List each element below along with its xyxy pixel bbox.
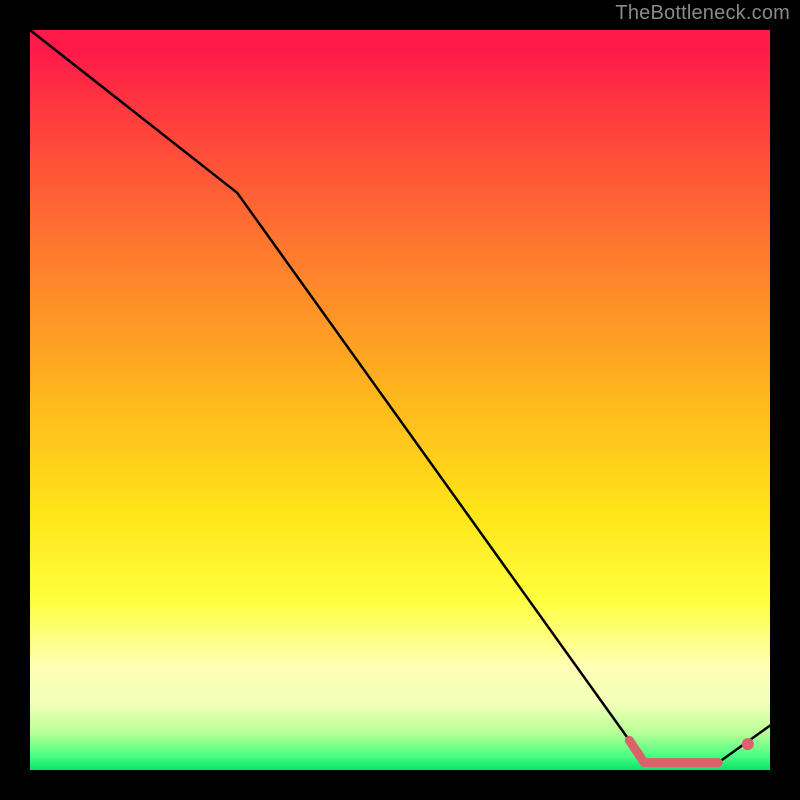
marker-dot [742, 738, 754, 750]
attribution-text: TheBottleneck.com [615, 2, 790, 25]
chart-container: TheBottleneck.com [0, 0, 800, 800]
markers-group [742, 738, 754, 750]
bottom-highlight-line [629, 740, 718, 762]
chart-svg [30, 30, 770, 770]
main-curve-line [30, 30, 770, 763]
